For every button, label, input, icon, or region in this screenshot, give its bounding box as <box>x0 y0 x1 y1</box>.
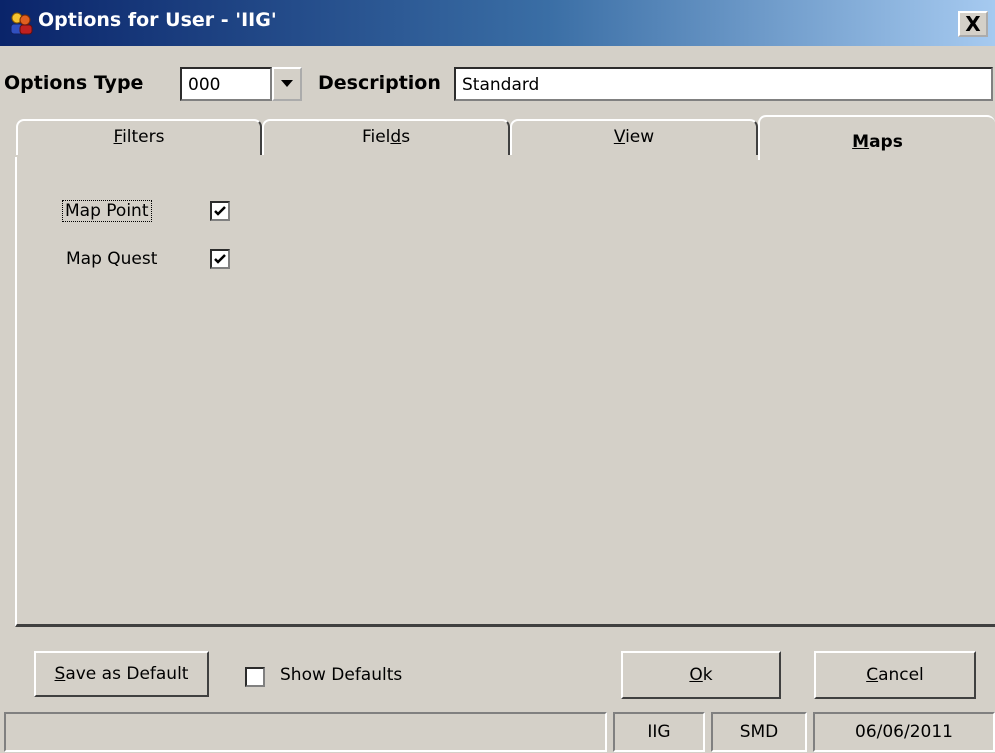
options-type-value: 000 <box>188 75 221 95</box>
map-point-label[interactable]: Map Point <box>62 200 152 222</box>
checkmark-icon <box>214 206 226 216</box>
status-date: 06/06/2011 <box>813 712 995 752</box>
button-label: ancel <box>878 665 924 685</box>
app-icon <box>8 10 34 36</box>
map-quest-checkbox[interactable] <box>210 249 230 269</box>
tab-label-pre: Fiel <box>361 127 391 147</box>
map-quest-label[interactable]: Map Quest <box>66 249 157 269</box>
maps-tab-panel <box>15 157 995 627</box>
status-user: IIG <box>613 712 705 752</box>
tab-label-mnemonic: d <box>390 127 402 147</box>
cancel-button[interactable]: Cancel <box>814 651 976 699</box>
options-type-label: Options Type <box>4 72 144 94</box>
description-input[interactable]: Standard <box>454 67 993 101</box>
tab-label-mnemonic: V <box>613 127 626 147</box>
options-type-select[interactable]: 000 <box>180 67 272 101</box>
options-type-dropdown-button[interactable] <box>272 67 302 101</box>
tab-label-post: ilters <box>122 127 165 147</box>
description-label: Description <box>318 72 441 94</box>
close-button[interactable]: X <box>958 11 988 37</box>
show-defaults-label[interactable]: Show Defaults <box>280 665 402 685</box>
button-label: ave as Default <box>65 664 189 684</box>
button-mnemonic: O <box>689 665 703 685</box>
close-icon: X <box>965 12 981 36</box>
chevron-down-icon <box>281 80 293 87</box>
tab-fields[interactable]: Fields <box>262 119 510 155</box>
tab-label-post: s <box>401 127 411 147</box>
tab-label-mnemonic: M <box>852 132 870 152</box>
ok-button[interactable]: Ok <box>621 651 781 699</box>
save-as-default-button[interactable]: Save as Default <box>34 651 209 697</box>
button-mnemonic: C <box>866 665 879 685</box>
tab-label-post: aps <box>869 132 903 152</box>
status-code: SMD <box>711 712 807 752</box>
window-title: Options for User - 'IIG' <box>38 9 277 31</box>
button-label: k <box>702 665 713 685</box>
checkmark-icon <box>214 254 226 264</box>
status-main-panel <box>4 712 607 752</box>
tab-label-mnemonic: F <box>113 127 123 147</box>
tab-view[interactable]: View <box>510 119 758 155</box>
tab-filters[interactable]: Filters <box>16 119 262 155</box>
tab-label-post: iew <box>625 127 655 147</box>
button-mnemonic: S <box>54 664 66 684</box>
tab-maps[interactable]: Maps <box>758 115 995 160</box>
show-defaults-checkbox[interactable] <box>245 667 265 687</box>
map-point-checkbox[interactable] <box>210 201 230 221</box>
description-value: Standard <box>462 75 540 95</box>
